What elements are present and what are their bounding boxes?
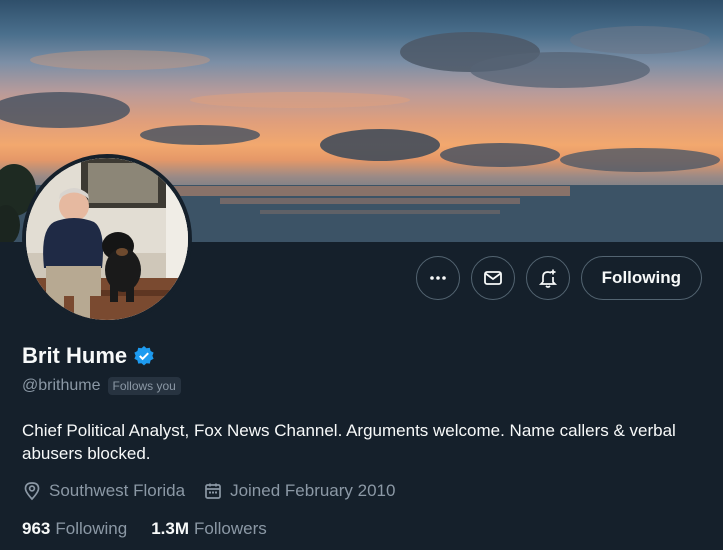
profile-stats: 963 Following 1.3M Followers bbox=[22, 519, 267, 539]
more-button[interactable] bbox=[415, 256, 460, 300]
followers-stat-link[interactable]: 1.3M Followers bbox=[151, 519, 267, 539]
profile-bio: Chief Political Analyst, Fox News Channe… bbox=[22, 421, 676, 463]
notifications-button[interactable] bbox=[525, 256, 570, 300]
profile-avatar[interactable] bbox=[22, 154, 192, 324]
followers-label: Followers bbox=[193, 519, 267, 538]
following-label: Following bbox=[55, 519, 128, 538]
verified-badge-icon[interactable] bbox=[133, 345, 155, 367]
profile-meta: Southwest Florida Joined February 2010 bbox=[22, 481, 395, 501]
follows-you-badge: Follows you bbox=[107, 377, 181, 395]
following-stat-link[interactable]: 963 Following bbox=[22, 519, 127, 539]
message-icon bbox=[483, 271, 502, 285]
joined-item: Joined February 2010 bbox=[203, 481, 395, 501]
calendar-icon bbox=[205, 483, 221, 499]
profile-handle: @brithume bbox=[22, 377, 101, 394]
followers-count: 1.3M bbox=[151, 519, 189, 538]
notification-bell-icon bbox=[538, 269, 557, 288]
following-count: 963 bbox=[22, 519, 51, 538]
location-text: Southwest Florida bbox=[49, 481, 186, 500]
avatar-photo bbox=[26, 158, 188, 320]
more-icon bbox=[429, 276, 446, 280]
message-button[interactable] bbox=[470, 256, 515, 300]
profile-actions: Following bbox=[415, 256, 702, 300]
profile-name-row: Brit Hume bbox=[22, 343, 155, 369]
profile-name: Brit Hume bbox=[22, 343, 128, 368]
location-item: Southwest Florida bbox=[22, 481, 185, 501]
profile-handle-row: @brithume Follows you bbox=[22, 377, 181, 395]
joined-text: Joined February 2010 bbox=[230, 481, 396, 500]
following-button[interactable]: Following bbox=[580, 256, 702, 300]
location-pin-icon bbox=[24, 482, 40, 501]
